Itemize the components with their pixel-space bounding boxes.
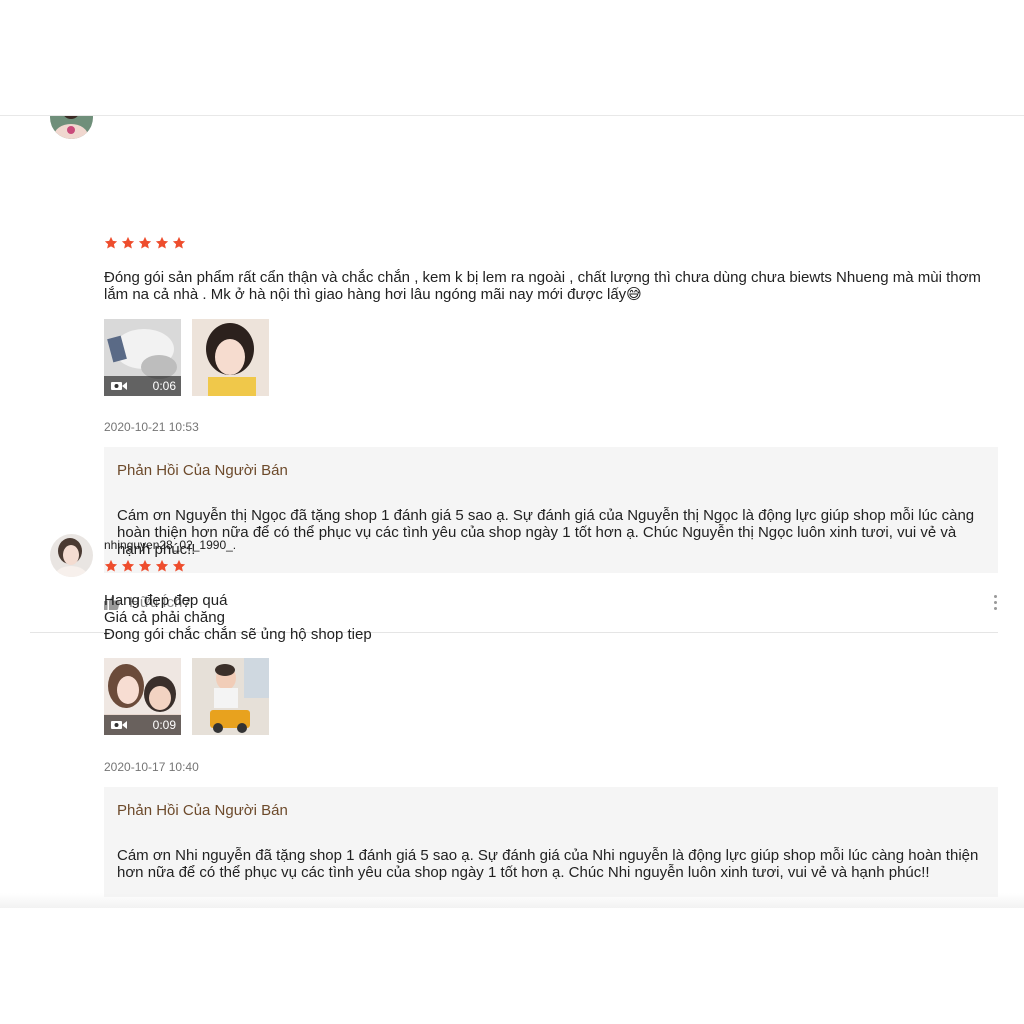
media-thumbnails: 0:09 xyxy=(104,658,269,735)
video-duration: 0:06 xyxy=(152,379,176,393)
rating-stars xyxy=(104,559,186,573)
star-icon xyxy=(172,236,186,249)
reviewer-username[interactable]: nhinguyen28_02_1990_. xyxy=(104,538,236,552)
top-blank-area xyxy=(0,0,1024,116)
star-icon xyxy=(138,559,152,572)
avatar[interactable] xyxy=(50,116,93,139)
seller-reply-title: Phản Hồi Của Người Bán xyxy=(117,802,288,819)
star-icon xyxy=(104,236,118,249)
review-date: 2020-10-21 10:53 xyxy=(104,420,199,434)
seller-reply-title: Phản Hồi Của Người Bán xyxy=(117,462,288,479)
star-icon xyxy=(121,559,135,572)
video-camera-icon xyxy=(111,721,127,729)
avatar[interactable] xyxy=(50,534,93,577)
seller-reply: Phản Hồi Của Người Bán Cám ơn Nhi nguyễn… xyxy=(104,787,998,897)
media-thumbnails: 0:06 xyxy=(104,319,269,396)
star-icon xyxy=(121,236,135,249)
star-icon xyxy=(155,236,169,249)
star-icon xyxy=(104,559,118,572)
bottom-blank-area xyxy=(0,908,1024,1024)
screenshot-canvas: Đóng gói sản phẩm rất cẩn thận và chắc c… xyxy=(0,0,1024,1024)
video-duration: 0:09 xyxy=(152,718,176,732)
review-comment: Hang đẹp đẹp quá Giá cả phải chăng Đong … xyxy=(104,592,372,643)
video-thumbnail[interactable]: 0:09 xyxy=(104,658,181,735)
review-date: 2020-10-17 10:40 xyxy=(104,760,199,774)
video-thumbnail[interactable]: 0:06 xyxy=(104,319,181,396)
photo-thumbnail[interactable] xyxy=(192,319,269,396)
review-comment: Đóng gói sản phẩm rất cẩn thận và chắc c… xyxy=(104,269,981,303)
photo-thumbnail[interactable] xyxy=(192,658,269,735)
rating-stars xyxy=(104,236,186,250)
video-camera-icon xyxy=(111,382,127,390)
star-icon xyxy=(172,559,186,572)
star-icon xyxy=(155,559,169,572)
star-icon xyxy=(138,236,152,249)
seller-reply: Phản Hồi Của Người Bán Cám ơn Nguyễn thị… xyxy=(104,447,998,573)
reviews-viewport: Đóng gói sản phẩm rất cẩn thận và chắc c… xyxy=(0,116,1024,908)
seller-reply-text: Cám ơn Nguyễn thị Ngọc đã tặng shop 1 đá… xyxy=(117,507,975,558)
seller-reply-text: Cám ơn Nhi nguyễn đã tặng shop 1 đánh gi… xyxy=(117,847,979,881)
